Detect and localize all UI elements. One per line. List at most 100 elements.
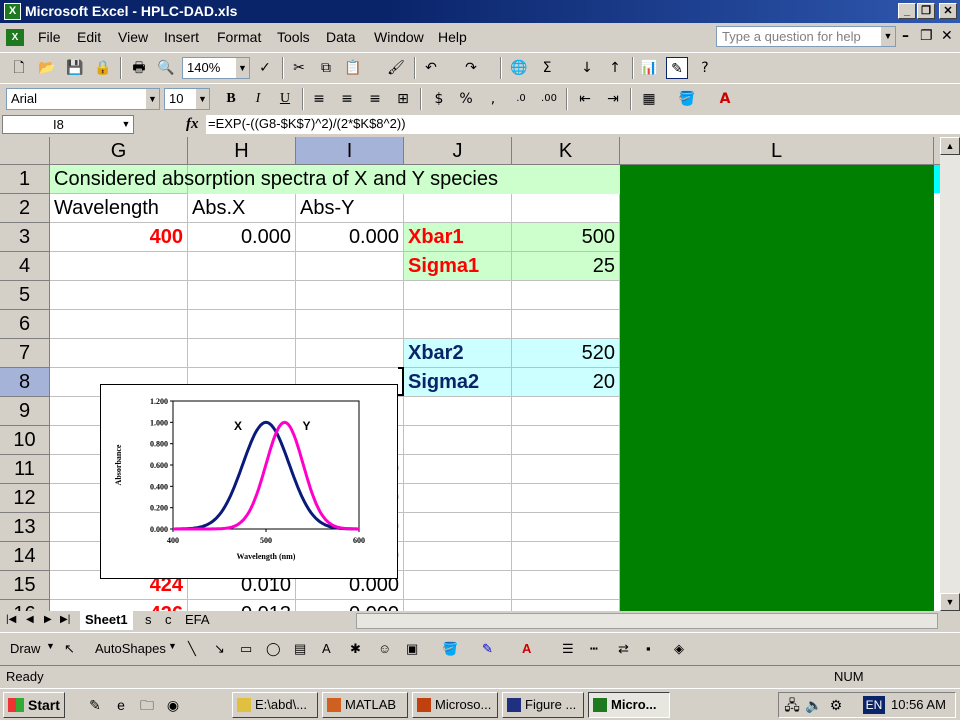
italic-icon[interactable]: I bbox=[247, 88, 269, 110]
undo-icon[interactable]: ↶ bbox=[420, 57, 442, 79]
language-indicator[interactable]: EN bbox=[863, 696, 885, 714]
cell-g3[interactable]: 400 bbox=[50, 223, 188, 252]
cell-j3[interactable]: Xbar1 bbox=[404, 223, 512, 252]
function-icon[interactable]: fx bbox=[186, 116, 199, 133]
quicklaunch-ie-icon[interactable]: e bbox=[112, 696, 130, 714]
chevron-down-icon[interactable]: ▼ bbox=[236, 58, 249, 78]
column-header-g[interactable]: G bbox=[50, 137, 188, 165]
drawing-toggle-icon[interactable]: ✎ bbox=[666, 57, 688, 79]
column-header-k[interactable]: K bbox=[512, 137, 620, 165]
column-header-j[interactable]: J bbox=[404, 137, 512, 165]
diagram-icon[interactable]: ✱ bbox=[350, 641, 361, 657]
font-select[interactable]: Arial ▼ bbox=[6, 88, 160, 110]
picture-icon[interactable]: ▣ bbox=[406, 641, 418, 657]
tab-s[interactable]: s bbox=[140, 611, 157, 630]
tab-c[interactable]: c bbox=[160, 611, 177, 630]
minimize-button[interactable]: _ bbox=[898, 3, 916, 19]
increase-decimal-icon[interactable]: .0 bbox=[510, 88, 532, 110]
fill-color-icon[interactable]: 🪣 bbox=[676, 88, 698, 110]
cell-g6[interactable] bbox=[50, 310, 188, 339]
autosum-icon[interactable]: Σ bbox=[536, 57, 558, 79]
cell-i5[interactable] bbox=[296, 281, 404, 310]
currency-icon[interactable]: $ bbox=[428, 88, 450, 110]
cell-j11[interactable] bbox=[404, 455, 512, 484]
shadow-icon[interactable]: ▪ bbox=[646, 641, 651, 656]
cell-k2[interactable] bbox=[512, 194, 620, 223]
cell-h4[interactable] bbox=[188, 252, 296, 281]
row-header-9[interactable]: 9 bbox=[0, 397, 50, 426]
cell-h16[interactable]: 0.013 bbox=[188, 600, 296, 611]
volume-icon[interactable]: 🔈 bbox=[805, 696, 823, 714]
cell-k5[interactable] bbox=[512, 281, 620, 310]
decrease-decimal-icon[interactable]: .00 bbox=[538, 88, 560, 110]
autoshapes-menu[interactable]: AutoShapes bbox=[95, 641, 166, 656]
scroll-up-icon[interactable]: ▲ bbox=[940, 137, 960, 155]
fill-color-icon[interactable]: 🪣 bbox=[442, 641, 458, 657]
close-button[interactable]: ✕ bbox=[939, 3, 957, 19]
cell-g1[interactable]: Considered absorption spectra of X and Y… bbox=[50, 165, 498, 194]
first-sheet-icon[interactable]: |◀ bbox=[6, 614, 16, 625]
line-color-icon[interactable]: ✎ bbox=[482, 641, 493, 657]
cell-j12[interactable] bbox=[404, 484, 512, 513]
row-header-13[interactable]: 13 bbox=[0, 513, 50, 542]
cell-k10[interactable] bbox=[512, 426, 620, 455]
menu-edit[interactable]: Edit bbox=[77, 29, 101, 45]
align-center-icon[interactable]: ≡ bbox=[336, 88, 358, 110]
spelling-icon[interactable]: ✓ bbox=[254, 57, 276, 79]
new-icon[interactable]: 🗋 bbox=[8, 57, 30, 79]
cell-i6[interactable] bbox=[296, 310, 404, 339]
align-right-icon[interactable]: ≡ bbox=[364, 88, 386, 110]
doc-x-icon[interactable]: ✕ bbox=[941, 28, 953, 44]
column-header-i[interactable]: I bbox=[296, 137, 404, 165]
cell-i3[interactable]: 0.000 bbox=[296, 223, 404, 252]
workbook-icon[interactable]: X bbox=[6, 29, 24, 46]
arrow-style-icon[interactable]: ⇄ bbox=[618, 641, 629, 657]
cell-k12[interactable] bbox=[512, 484, 620, 513]
cell-g4[interactable] bbox=[50, 252, 188, 281]
task-powerpoint[interactable]: Microso... bbox=[412, 692, 498, 718]
chevron-down-icon[interactable]: ▼ bbox=[146, 89, 159, 109]
cell-j8[interactable]: Sigma2 bbox=[404, 368, 512, 397]
row-header-10[interactable]: 10 bbox=[0, 426, 50, 455]
cell-i16[interactable]: 0.000 bbox=[296, 600, 404, 611]
horizontal-scrollbar[interactable] bbox=[356, 613, 938, 629]
borders-icon[interactable]: ▦ bbox=[638, 88, 660, 110]
print-icon[interactable]: 🖶 bbox=[128, 57, 150, 79]
hyperlink-icon[interactable]: 🌐 bbox=[508, 57, 530, 79]
cell-h3[interactable]: 0.000 bbox=[188, 223, 296, 252]
wordart-icon[interactable]: A bbox=[322, 641, 331, 656]
align-left-icon[interactable]: ≡ bbox=[308, 88, 330, 110]
cell-j14[interactable] bbox=[404, 542, 512, 571]
column-header-l[interactable]: L bbox=[620, 137, 934, 165]
formula-input[interactable]: =EXP(-((G8-$K$7)^2)/(2*$K$8^2)) bbox=[206, 115, 960, 134]
cell-g16[interactable]: 426 bbox=[50, 600, 188, 611]
task-explorer[interactable]: E:\abd\... bbox=[232, 692, 318, 718]
menu-help[interactable]: Help bbox=[438, 29, 467, 45]
cell-j7[interactable]: Xbar2 bbox=[404, 339, 512, 368]
merge-center-icon[interactable]: ⊞ bbox=[392, 88, 414, 110]
zoom-select[interactable]: 140% ▼ bbox=[182, 57, 250, 79]
task-excel[interactable]: Micro... bbox=[588, 692, 670, 718]
task-matlab[interactable]: MATLAB bbox=[322, 692, 408, 718]
row-header-5[interactable]: 5 bbox=[0, 281, 50, 310]
row-header-2[interactable]: 2 bbox=[0, 194, 50, 223]
clipart-icon[interactable]: ☺ bbox=[378, 641, 391, 656]
cell-h5[interactable] bbox=[188, 281, 296, 310]
last-sheet-icon[interactable]: ▶| bbox=[60, 614, 70, 625]
increase-indent-icon[interactable]: ⇥ bbox=[602, 88, 624, 110]
doc-restore-icon[interactable]: ❐ bbox=[920, 28, 933, 44]
chevron-down-icon[interactable]: ▼ bbox=[46, 641, 55, 651]
quicklaunch-notepad-icon[interactable]: ✎ bbox=[86, 696, 104, 714]
row-header-3[interactable]: 3 bbox=[0, 223, 50, 252]
decrease-indent-icon[interactable]: ⇤ bbox=[574, 88, 596, 110]
row-header-12[interactable]: 12 bbox=[0, 484, 50, 513]
row-header-14[interactable]: 14 bbox=[0, 542, 50, 571]
cell-j10[interactable] bbox=[404, 426, 512, 455]
menu-tools[interactable]: Tools bbox=[277, 29, 310, 45]
row-header-4[interactable]: 4 bbox=[0, 252, 50, 281]
open-icon[interactable]: 📂 bbox=[36, 57, 58, 79]
chart-wizard-icon[interactable]: 📊 bbox=[638, 57, 660, 79]
font-color-icon[interactable]: A bbox=[522, 641, 531, 656]
absorption-chart[interactable]: 0.000 0.200 0.400 0.600 0.800 1.000 1.200 400 50… bbox=[100, 384, 398, 579]
chevron-down-icon[interactable]: ▼ bbox=[196, 89, 209, 109]
